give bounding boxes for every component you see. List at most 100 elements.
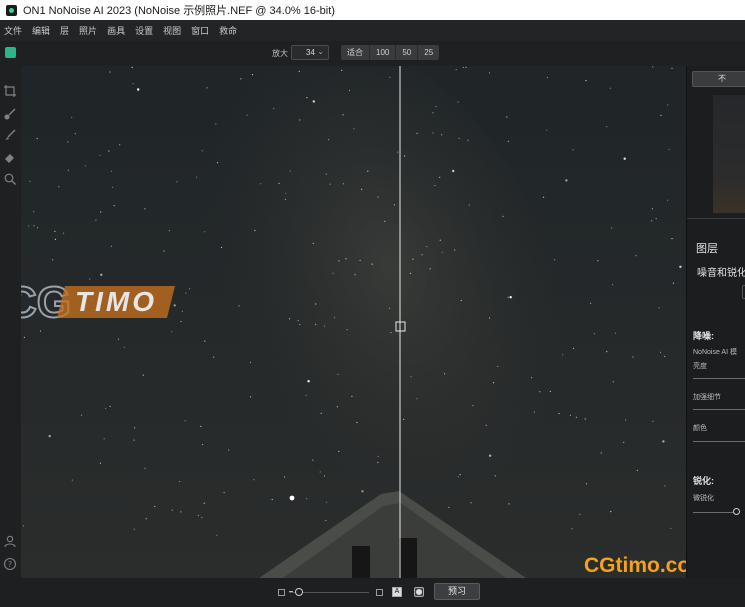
star [180,511,182,513]
star [52,259,54,261]
menu-help[interactable]: 救命 [219,24,237,37]
menu-view[interactable]: 视图 [163,24,181,37]
star [312,459,314,461]
module-icon[interactable] [5,47,16,58]
zoom-select[interactable]: 34 ⌄ [291,45,329,60]
menu-file[interactable]: 文件 [4,24,22,37]
star [429,268,431,270]
star [110,245,113,247]
star [459,474,461,476]
before-after-button[interactable]: 不 [692,71,745,87]
star [590,302,592,304]
star [412,258,414,260]
star [667,104,669,106]
star [329,183,331,185]
star [488,454,492,457]
menu-settings[interactable]: 设置 [135,24,153,37]
star [672,282,675,284]
star [250,396,252,398]
section-title: 噪音和锐化 [697,268,745,279]
star [361,188,363,190]
crop-icon[interactable] [3,84,17,98]
star [89,278,91,280]
star [298,70,300,72]
star [203,502,205,504]
star [328,139,330,141]
star [253,479,255,481]
micro-sharpen-slider[interactable] [693,512,739,513]
star [323,325,325,327]
star [240,78,242,80]
star [572,149,574,151]
star [439,176,441,178]
brush-icon[interactable] [3,107,17,121]
compare-a-icon[interactable]: A [392,587,402,597]
zoom-100-button[interactable]: 100 [370,45,397,60]
enhance-detail-slider[interactable] [693,409,745,410]
star [359,259,361,261]
star [416,132,418,134]
menu-window[interactable]: 窗口 [191,24,209,37]
star [71,479,73,481]
star [348,89,351,92]
star [320,412,322,414]
photo-canvas[interactable]: CG TIMO CGtimo.com [21,66,686,578]
watermark-right: CGtimo.com [584,554,686,577]
zoom-50-button[interactable]: 50 [396,45,419,60]
star [606,126,608,128]
micro-sharpen-label: 微锐化 [693,495,714,502]
star [144,467,146,469]
navigator-thumbnail[interactable] [713,95,745,213]
user-icon[interactable] [3,534,17,548]
star [216,534,218,536]
star [54,230,56,232]
zoom-tool-icon[interactable] [3,172,17,186]
star [655,218,657,220]
color-slider[interactable] [693,441,745,442]
star [670,527,672,529]
preview-button[interactable]: 预习 [434,583,480,600]
brightness-slider[interactable] [693,378,745,379]
star [154,505,156,508]
layers-title: 图层 [696,243,718,255]
star [338,450,340,452]
mask-view-icon[interactable] [414,587,424,597]
zoom-label: 放大 [272,49,288,58]
star [338,260,340,262]
zoom-in-square-icon[interactable] [376,589,383,596]
star [184,420,186,422]
menu-edit[interactable]: 编辑 [32,24,50,37]
eraser-icon[interactable] [3,150,17,164]
star [238,305,240,307]
zoom-out-square-icon[interactable] [278,589,285,596]
star [488,317,491,319]
menu-layer[interactable]: 层 [60,24,69,37]
star [579,513,581,515]
star [307,380,310,383]
star [403,418,405,420]
star [48,434,51,438]
star [319,471,321,473]
star [71,116,73,119]
model-label: NoNoise AI 模 [693,349,737,356]
star [171,331,173,333]
menu-photo[interactable]: 照片 [79,24,97,37]
micro-sharpen-knob[interactable] [733,508,741,515]
watermark-left: CG TIMO [21,277,187,328]
menu-tools[interactable]: 画具 [107,24,125,37]
star [533,411,536,413]
zoom-fit-button[interactable]: 适合 [341,45,370,60]
star [448,506,450,508]
zoom-25-button[interactable]: 25 [418,45,440,60]
help-icon[interactable]: ? [3,557,17,571]
star [67,169,69,171]
star [432,132,434,134]
retouch-brush-icon[interactable] [3,128,17,142]
watermark-timo: TIMO [75,286,157,317]
zoom-slider-knob[interactable] [295,588,304,596]
star [388,307,391,309]
star [585,80,587,82]
star [312,242,314,244]
star [361,490,364,493]
star [176,181,178,183]
